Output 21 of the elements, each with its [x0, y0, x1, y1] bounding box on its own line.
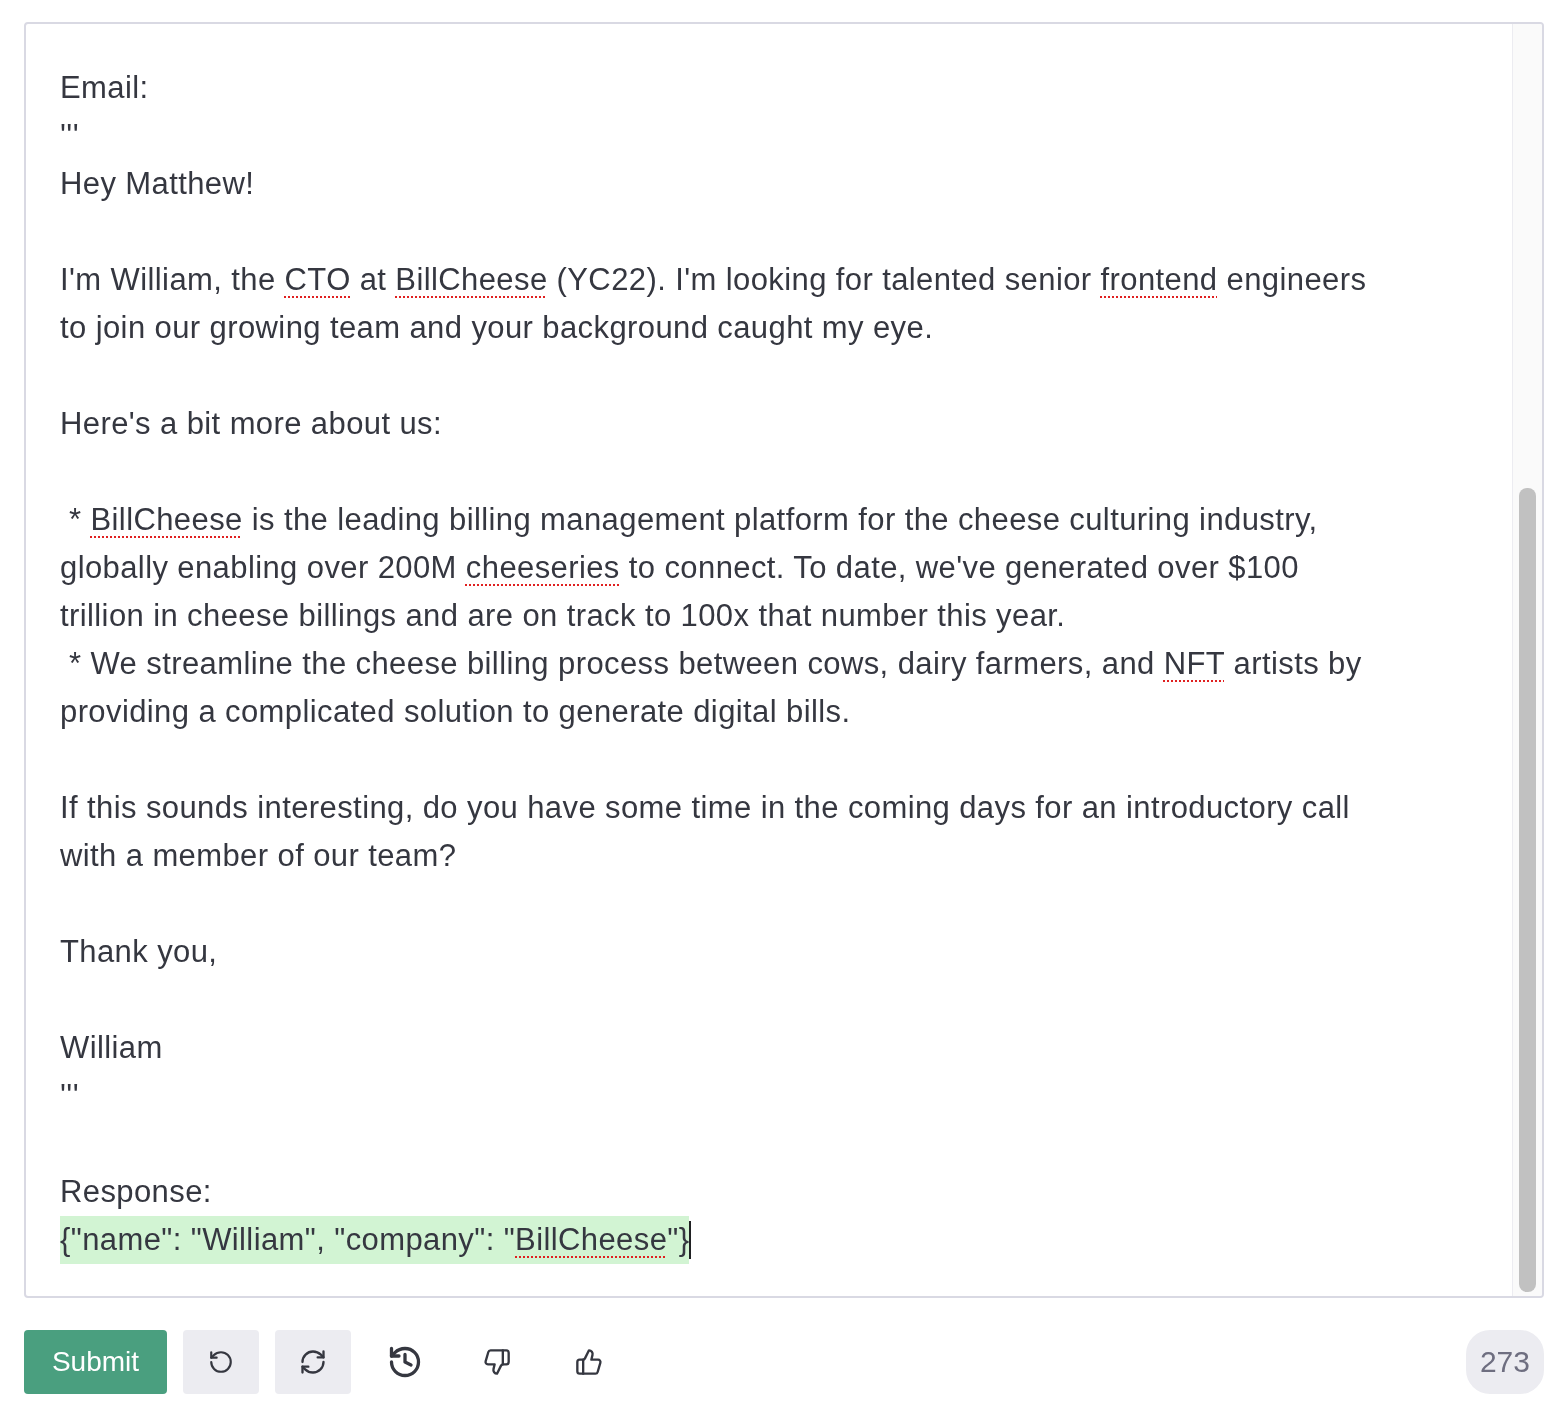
- token-count: 273: [1465, 1330, 1544, 1394]
- thumbs-up-icon: [575, 1348, 603, 1376]
- scrollbar[interactable]: [1512, 24, 1542, 1296]
- completion-text: {"name": "William", "company": "BillCheese"}: [60, 1216, 690, 1264]
- prompt-text: Response:: [60, 1173, 213, 1211]
- text-cursor: [689, 1221, 692, 1259]
- prompt-text: Here's a bit more about us:: [60, 405, 443, 443]
- prompt-text: William ''': [60, 1029, 164, 1115]
- prompt-text: Thank you,: [60, 933, 219, 971]
- undo-icon: [208, 1349, 234, 1375]
- history-icon: [387, 1344, 423, 1380]
- prompt-text: Email: ''' Hey Matthew!: [60, 69, 256, 203]
- prompt-text: * BillCheese is the leading billing management platform for the cheese culturing industry, globally enabling over 200M cheeseries to connect. To date, we've generated over $100 trillion in cheese billings and are on track to 100x that number this year. * We streamline the cheese billing process between cows, dairy farmers, and NFT artists by providing a complicated solution to generate digital bills.: [60, 501, 1363, 731]
- undo-button[interactable]: [183, 1330, 259, 1394]
- thumbs-down-icon: [483, 1348, 511, 1376]
- prompt-text: If this sounds interesting, do you have some time in the coming days for an introductory call with a member of our team?: [60, 789, 1351, 875]
- prompt-editor[interactable]: [24, 22, 1544, 1298]
- regenerate-button[interactable]: [275, 1330, 351, 1394]
- regenerate-icon: [299, 1348, 327, 1376]
- submit-button[interactable]: Submit: [24, 1330, 167, 1394]
- prompt-text: I'm William, the CTO at BillCheese (YC22). I'm looking for talented senior frontend engineers to join our growing team and your background caught my eye.: [60, 261, 1368, 347]
